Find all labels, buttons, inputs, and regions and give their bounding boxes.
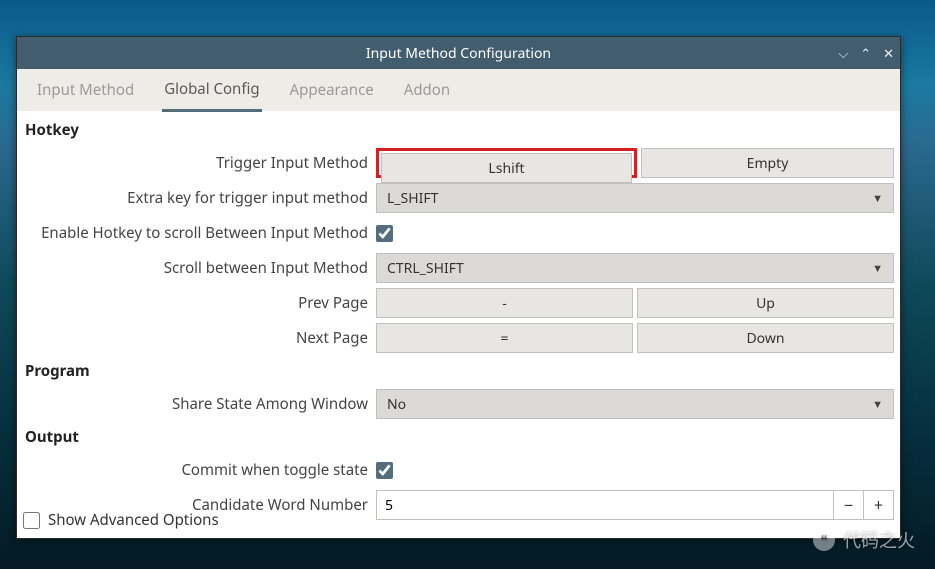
trigger-label: Trigger Input Method (23, 153, 376, 173)
close-icon[interactable]: ✕ (883, 44, 894, 62)
share-state-combo[interactable]: No (376, 389, 894, 419)
trigger-button-2[interactable]: Empty (641, 148, 894, 178)
row-extra-key: Extra key for trigger input method L_SHI… (23, 181, 894, 215)
tab-input-method[interactable]: Input Method (35, 70, 136, 110)
tab-global-config[interactable]: Global Config (162, 69, 261, 112)
window-title: Input Method Configuration (366, 44, 551, 63)
enable-scroll-label: Enable Hotkey to scroll Between Input Me… (23, 223, 376, 243)
tab-appearance[interactable]: Appearance (288, 70, 376, 110)
row-next-page: Next Page = Down (23, 321, 894, 355)
candidate-plus-button[interactable]: + (864, 490, 894, 520)
prev-page-button-2[interactable]: Up (637, 288, 894, 318)
row-commit-toggle: Commit when toggle state (23, 453, 894, 487)
section-output-title: Output (25, 427, 894, 447)
row-trigger: Trigger Input Method Lshift Empty (23, 146, 894, 180)
next-page-button-1[interactable]: = (376, 323, 633, 353)
tab-addon[interactable]: Addon (402, 70, 452, 110)
prev-page-label: Prev Page (23, 293, 376, 313)
enable-scroll-checkbox[interactable] (376, 225, 393, 242)
section-program-title: Program (25, 361, 894, 381)
scroll-combo[interactable]: CTRL_SHIFT (376, 253, 894, 283)
share-state-value: No (387, 395, 406, 414)
tab-bar: Input Method Global Config Appearance Ad… (17, 69, 900, 111)
row-prev-page: Prev Page - Up (23, 286, 894, 320)
extra-key-combo[interactable]: L_SHIFT (376, 183, 894, 213)
share-state-label: Share State Among Window (23, 394, 376, 414)
window-controls: ⌵ ⌃ ✕ (838, 37, 894, 69)
row-share-state: Share State Among Window No (23, 387, 894, 421)
footer: Show Advanced Options (23, 510, 219, 530)
candidate-input[interactable] (376, 490, 834, 520)
titlebar: Input Method Configuration ⌵ ⌃ ✕ (17, 37, 900, 69)
trigger-highlight: Lshift (376, 148, 637, 178)
row-enable-scroll: Enable Hotkey to scroll Between Input Me… (23, 216, 894, 250)
commit-toggle-label: Commit when toggle state (23, 460, 376, 480)
trigger-button-1[interactable]: Lshift (381, 153, 632, 183)
scroll-value: CTRL_SHIFT (387, 259, 464, 278)
config-window: Input Method Configuration ⌵ ⌃ ✕ Input M… (16, 36, 901, 539)
next-page-label: Next Page (23, 328, 376, 348)
commit-toggle-checkbox[interactable] (376, 462, 393, 479)
content-area: Hotkey Trigger Input Method Lshift Empty… (17, 111, 900, 538)
maximize-icon[interactable]: ⌃ (860, 44, 871, 62)
row-scroll: Scroll between Input Method CTRL_SHIFT (23, 251, 894, 285)
prev-page-button-1[interactable]: - (376, 288, 633, 318)
candidate-spinbox: − + (376, 490, 894, 520)
next-page-button-2[interactable]: Down (637, 323, 894, 353)
candidate-minus-button[interactable]: − (834, 490, 864, 520)
extra-key-value: L_SHIFT (387, 189, 438, 208)
section-hotkey-title: Hotkey (25, 120, 894, 140)
scroll-label: Scroll between Input Method (23, 258, 376, 278)
extra-key-label: Extra key for trigger input method (23, 188, 376, 208)
minimize-icon[interactable]: ⌵ (838, 44, 848, 62)
show-advanced-checkbox[interactable] (23, 512, 40, 529)
show-advanced-label: Show Advanced Options (48, 510, 219, 530)
